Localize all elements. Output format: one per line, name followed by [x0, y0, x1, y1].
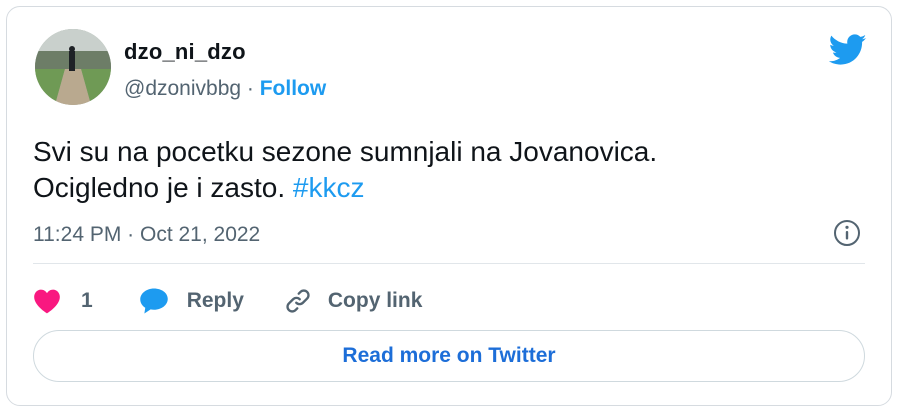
- divider: [33, 263, 865, 264]
- link-icon: [284, 287, 312, 315]
- speech-bubble-icon: [139, 287, 169, 315]
- twitter-bird-icon[interactable]: [828, 33, 867, 67]
- reply-button[interactable]: Reply: [139, 287, 244, 315]
- like-count: 1: [81, 289, 93, 312]
- read-more-button[interactable]: Read more on Twitter: [33, 330, 865, 382]
- tweet-text: Svi su na pocetku sezone sumnjali na Jov…: [33, 134, 853, 206]
- copy-link-button[interactable]: Copy link: [284, 287, 423, 315]
- tweet-card: dzo_ni_dzo @dzonivbbg · Follow Svi su na…: [6, 6, 892, 406]
- author-handle[interactable]: @dzonivbbg: [124, 77, 241, 100]
- follow-button[interactable]: Follow: [260, 77, 327, 100]
- info-icon[interactable]: [833, 219, 861, 247]
- tweet-text-line-1: Svi su na pocetku sezone sumnjali na Jov…: [33, 136, 658, 167]
- tweet-timestamp[interactable]: 11:24 PM · Oct 21, 2022: [33, 223, 260, 247]
- tweet-text-line-2-content: Ocigledno je i zasto.: [33, 172, 293, 203]
- hashtag-link[interactable]: #kkcz: [293, 172, 365, 203]
- like-button[interactable]: 1: [33, 288, 93, 314]
- author-display-name[interactable]: dzo_ni_dzo: [124, 39, 246, 65]
- copy-link-label: Copy link: [327, 289, 423, 312]
- avatar[interactable]: [35, 29, 111, 105]
- reply-label: Reply: [186, 289, 244, 312]
- tweet-actions: 1 Reply Copy link: [33, 281, 422, 321]
- author-handle-row: @dzonivbbg · Follow: [124, 77, 326, 101]
- heart-icon: [33, 288, 61, 314]
- tweet-text-line-2: Ocigledno je i zasto. #kkcz: [33, 170, 853, 206]
- handle-separator: ·: [241, 77, 260, 100]
